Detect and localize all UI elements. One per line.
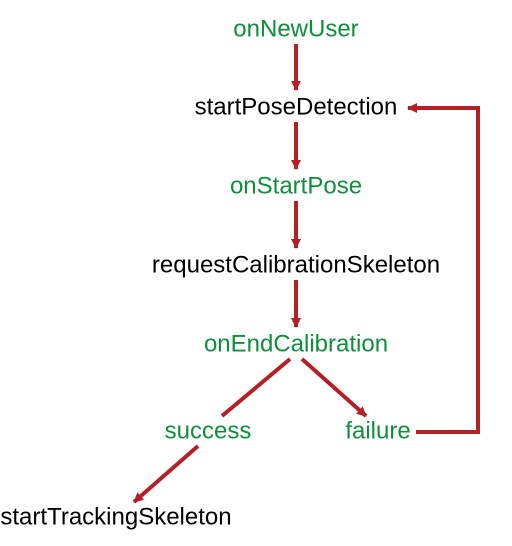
node-failure: failure [345, 417, 410, 444]
node-requestCalibrationSkeleton: requestCalibrationSkeleton [152, 251, 440, 278]
arrow [222, 359, 290, 416]
node-startPoseDetection: startPoseDetection [195, 93, 398, 120]
node-startTrackingSkeleton: startTrackingSkeleton [0, 503, 231, 530]
node-onNewUser: onNewUser [233, 15, 358, 42]
node-onEndCalibration: onEndCalibration [204, 330, 388, 357]
arrow [134, 446, 198, 502]
node-onStartPose: onStartPose [230, 172, 362, 199]
arrow [302, 359, 366, 416]
flow-diagram: onNewUser startPoseDetection onStartPose… [0, 0, 512, 546]
node-success: success [165, 417, 252, 444]
